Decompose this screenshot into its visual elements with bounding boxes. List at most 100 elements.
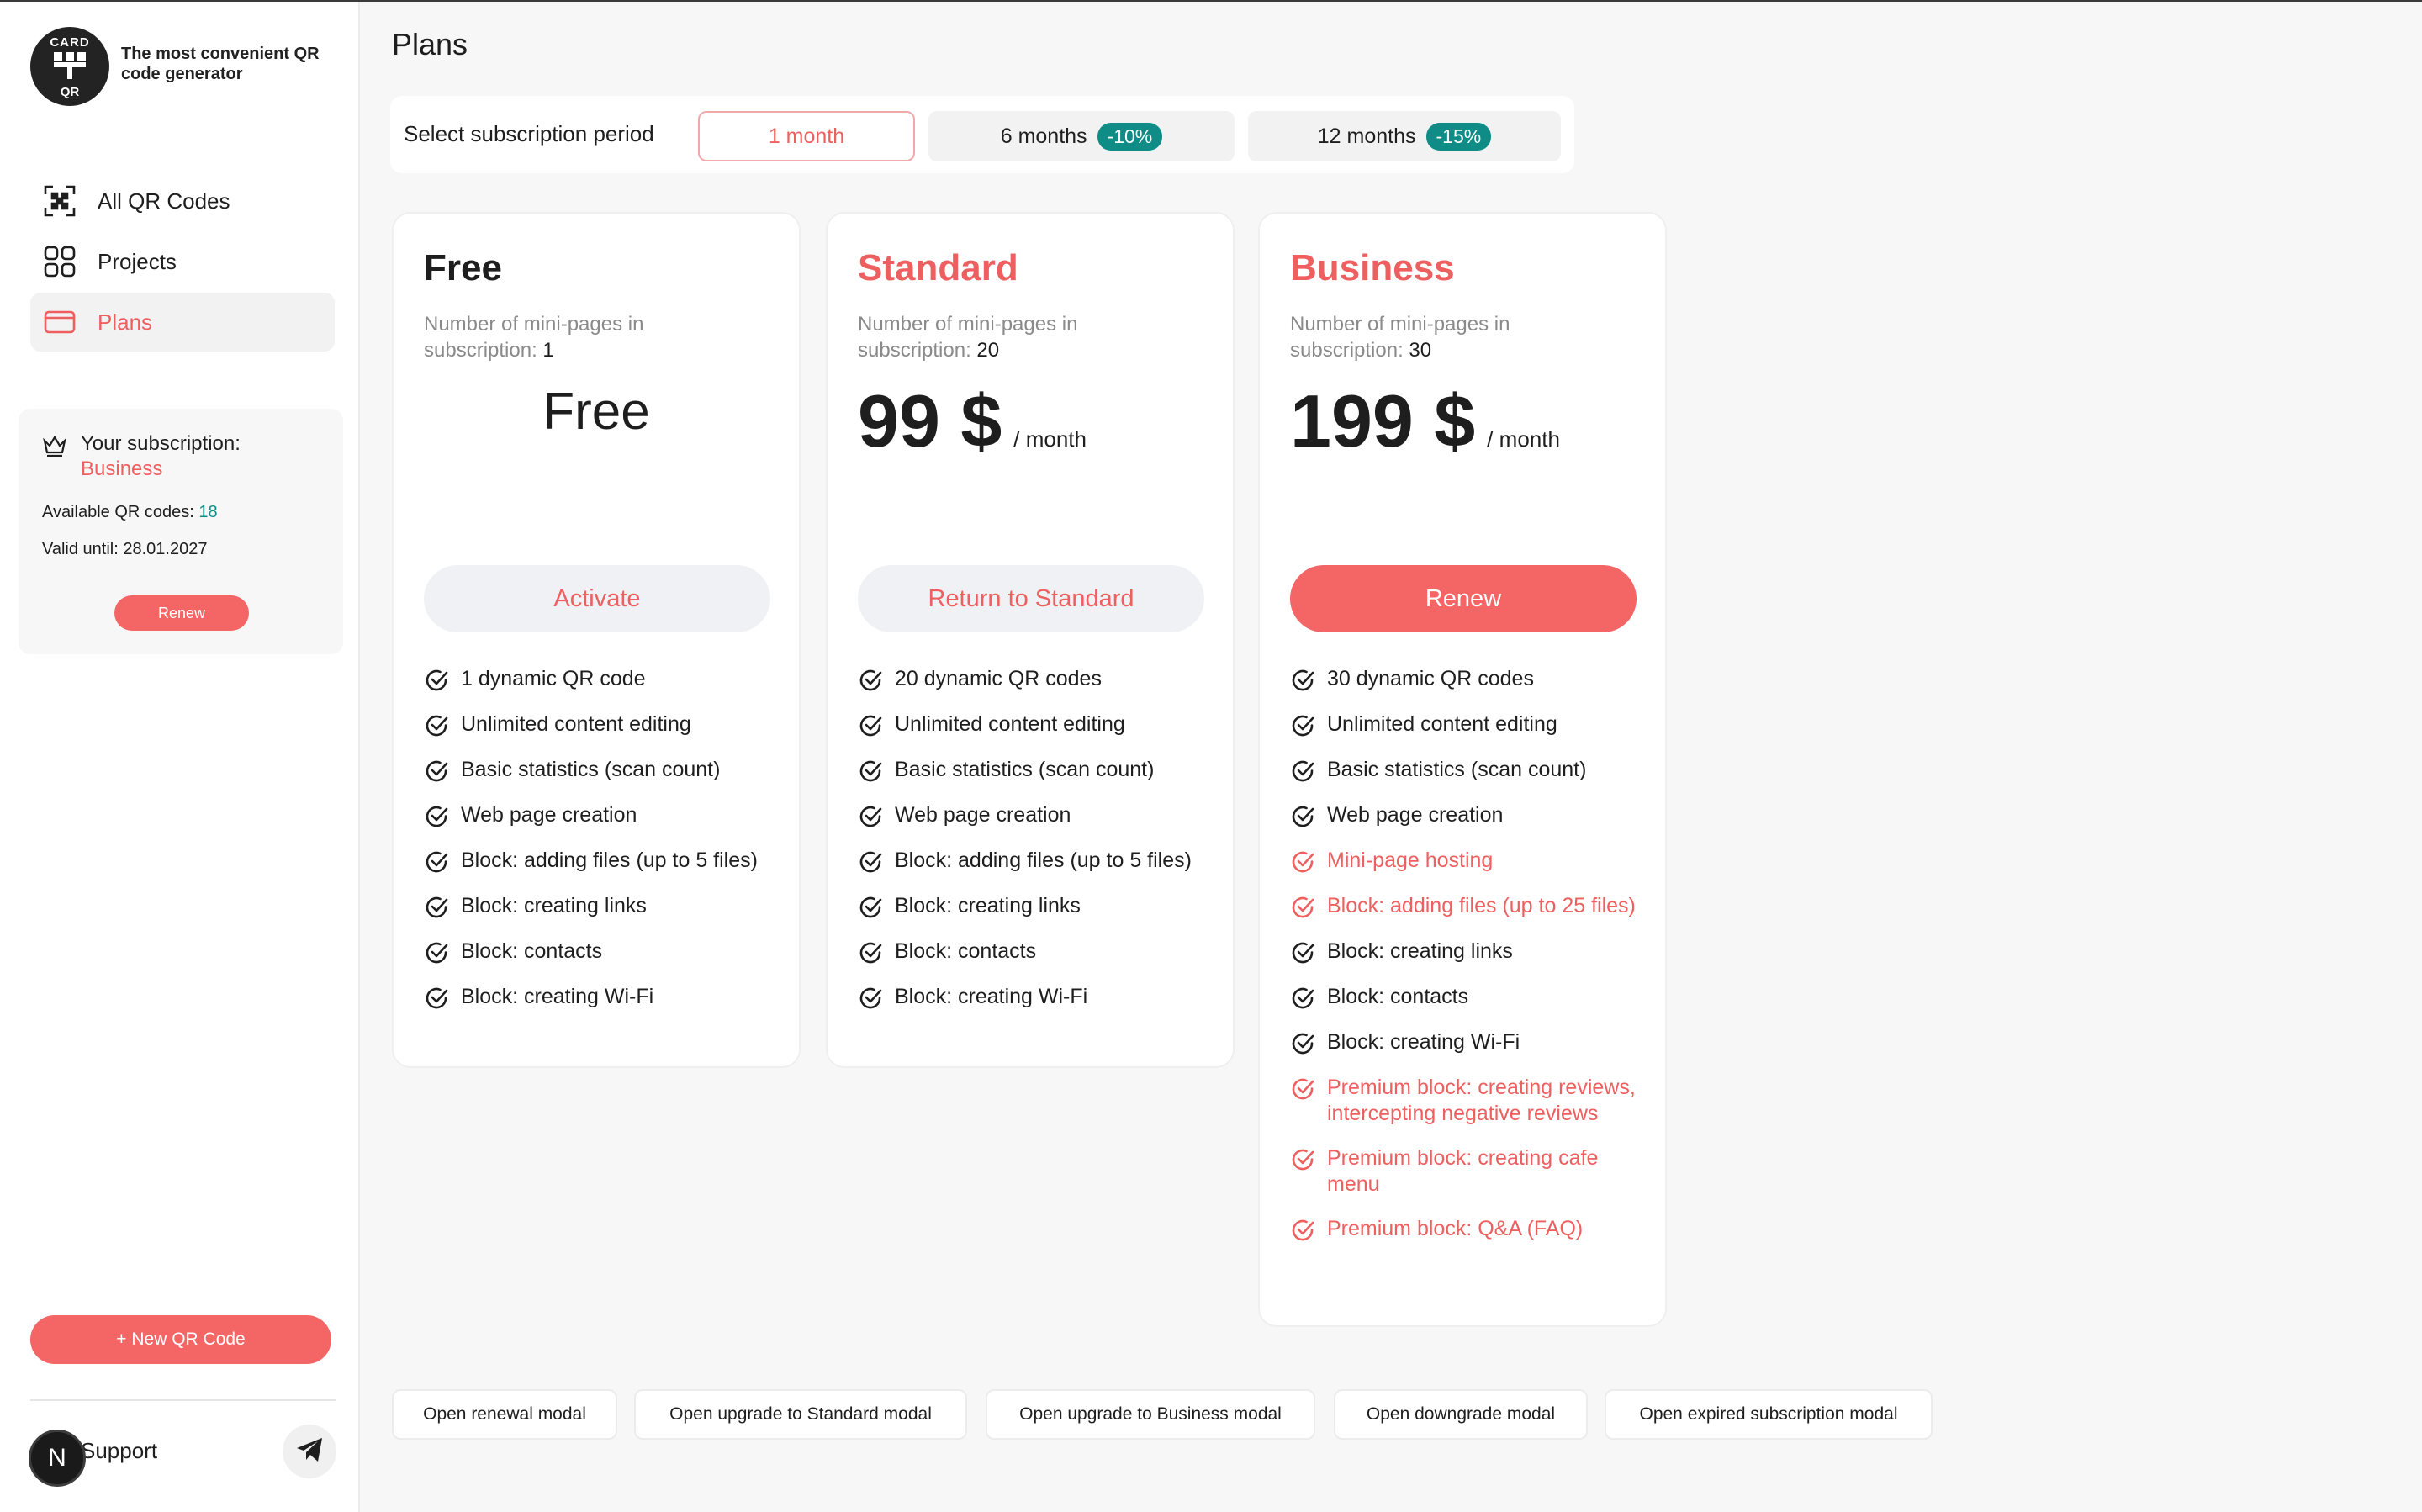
check-circle-icon — [1290, 986, 1315, 1011]
feature-item: Block: adding files (up to 25 files) — [1290, 893, 1643, 920]
feature-text: Mini-page hosting — [1327, 849, 1494, 872]
check-circle-icon — [858, 895, 883, 920]
feature-text: Web page creation — [461, 803, 637, 827]
period-option-1-month[interactable]: 1 month — [698, 111, 915, 161]
feature-text: Premium block: creating cafe menu — [1327, 1146, 1599, 1196]
period-label: Select subscription period — [404, 121, 654, 146]
feature-item: Block: adding files (up to 5 files) — [424, 848, 777, 875]
open-expired-modal-button[interactable]: Open expired subscription modal — [1605, 1389, 1933, 1440]
feature-text: Block: adding files (up to 25 files) — [1327, 894, 1636, 917]
feature-item: Mini-page hosting — [1290, 848, 1643, 875]
feature-item: 20 dynamic QR codes — [858, 666, 1211, 693]
return-to-standard-button[interactable]: Return to Standard — [858, 565, 1204, 632]
feature-item: Block: creating Wi-Fi — [1290, 1029, 1643, 1056]
card-icon — [42, 304, 77, 340]
check-circle-icon — [424, 895, 449, 920]
logo[interactable]: CARD QR — [30, 27, 109, 106]
discount-badge: -10% — [1097, 122, 1163, 151]
plan-name: Free — [424, 247, 502, 288]
feature-text: Basic statistics (scan count) — [1327, 758, 1587, 781]
mini-pages-label: Number of mini-pages in subscription: — [1290, 313, 1510, 362]
plan-card-business: Business Number of mini-pages in subscri… — [1258, 212, 1667, 1327]
page-title: Plans — [392, 27, 468, 61]
sidebar-item-all-qr-codes[interactable]: All QR Codes — [30, 172, 335, 230]
new-qr-code-button[interactable]: + New QR Code — [30, 1315, 331, 1364]
feature-text: Unlimited content editing — [1327, 712, 1557, 736]
sidebar-item-label: Plans — [98, 309, 153, 335]
logo-bottom-text: QR — [60, 85, 80, 99]
renew-button[interactable]: Renew — [1290, 565, 1637, 632]
qr-scan-icon — [42, 183, 77, 219]
sidebar-item-label: All QR Codes — [98, 188, 230, 214]
send-icon — [295, 1437, 324, 1467]
check-circle-icon — [858, 713, 883, 738]
check-circle-icon — [858, 940, 883, 965]
feature-item: Web page creation — [858, 802, 1211, 829]
feature-item: Block: adding files (up to 5 files) — [858, 848, 1211, 875]
mini-pages-label: Number of mini-pages in subscription: — [858, 313, 1078, 362]
check-circle-icon — [858, 986, 883, 1011]
open-downgrade-modal-button[interactable]: Open downgrade modal — [1334, 1389, 1588, 1440]
period-option-6-months[interactable]: 6 months -10% — [928, 111, 1235, 161]
feature-text: Block: contacts — [1327, 985, 1469, 1008]
feature-text: Basic statistics (scan count) — [461, 758, 721, 781]
feature-text: Block: creating Wi-Fi — [1327, 1030, 1520, 1054]
check-circle-icon — [1290, 1031, 1315, 1056]
feature-item: Premium block: creating reviews, interce… — [1290, 1075, 1643, 1127]
check-circle-icon — [858, 804, 883, 829]
period-option-label: 6 months — [1000, 124, 1087, 148]
mini-pages-label: Number of mini-pages in subscription: — [424, 313, 644, 362]
logo-top-text: CARD — [50, 35, 90, 50]
feature-text: 20 dynamic QR codes — [895, 667, 1102, 690]
mini-pages-value: 20 — [976, 339, 1000, 362]
valid-label: Valid until: — [42, 540, 119, 558]
feature-item: Block: creating Wi-Fi — [424, 984, 777, 1011]
sidebar-item-plans[interactable]: Plans — [30, 293, 335, 352]
feature-text: Block: creating Wi-Fi — [461, 985, 654, 1008]
sidebar-renew-button[interactable]: Renew — [114, 595, 249, 631]
avatar[interactable]: N — [29, 1430, 86, 1487]
sidebar: CARD QR The most convenient QR code gene… — [0, 2, 360, 1512]
check-circle-icon — [1290, 804, 1315, 829]
check-circle-icon — [424, 940, 449, 965]
check-circle-icon — [424, 849, 449, 875]
telegram-button[interactable] — [283, 1425, 336, 1478]
crown-icon — [42, 434, 67, 462]
feature-item: Web page creation — [1290, 802, 1643, 829]
feature-text: Block: creating links — [895, 894, 1081, 917]
feature-text: Unlimited content editing — [461, 712, 691, 736]
valid-value: 28.01.2027 — [123, 540, 208, 558]
check-circle-icon — [1290, 668, 1315, 693]
plan-price: 199 $ / month — [1290, 378, 1560, 464]
check-circle-icon — [1290, 1147, 1315, 1172]
check-circle-icon — [1290, 849, 1315, 875]
available-value: 18 — [198, 503, 218, 521]
mini-pages-value: 1 — [542, 339, 554, 362]
feature-item: Premium block: creating cafe menu — [1290, 1145, 1643, 1197]
feature-text: Unlimited content editing — [895, 712, 1125, 736]
support-label[interactable]: Support — [81, 1438, 157, 1464]
sidebar-item-projects[interactable]: Projects — [30, 232, 335, 291]
feature-item: Block: creating links — [858, 893, 1211, 920]
open-upgrade-standard-modal-button[interactable]: Open upgrade to Standard modal — [634, 1389, 967, 1440]
check-circle-icon — [858, 759, 883, 784]
feature-text: 1 dynamic QR code — [461, 667, 646, 690]
feature-item: Basic statistics (scan count) — [1290, 757, 1643, 784]
activate-button[interactable]: Activate — [424, 565, 770, 632]
subscription-card: Your subscription: Business Available QR… — [19, 409, 343, 654]
open-renewal-modal-button[interactable]: Open renewal modal — [392, 1389, 617, 1440]
check-circle-icon — [1290, 759, 1315, 784]
grid-icon — [42, 244, 77, 279]
sidebar-item-label: Projects — [98, 248, 177, 274]
price-amount: 199 $ — [1290, 379, 1476, 463]
feature-item: Web page creation — [424, 802, 777, 829]
feature-text: Premium block: Q&A (FAQ) — [1327, 1217, 1584, 1240]
feature-text: Web page creation — [1327, 803, 1504, 827]
open-upgrade-business-modal-button[interactable]: Open upgrade to Business modal — [986, 1389, 1315, 1440]
feature-text: Basic statistics (scan count) — [895, 758, 1155, 781]
feature-item: 1 dynamic QR code — [424, 666, 777, 693]
price-period: / month — [1487, 426, 1560, 452]
period-option-12-months[interactable]: 12 months -15% — [1248, 111, 1561, 161]
plan-mini-pages: Number of mini-pages in subscription: 1 — [424, 311, 727, 363]
feature-item: 30 dynamic QR codes — [1290, 666, 1643, 693]
